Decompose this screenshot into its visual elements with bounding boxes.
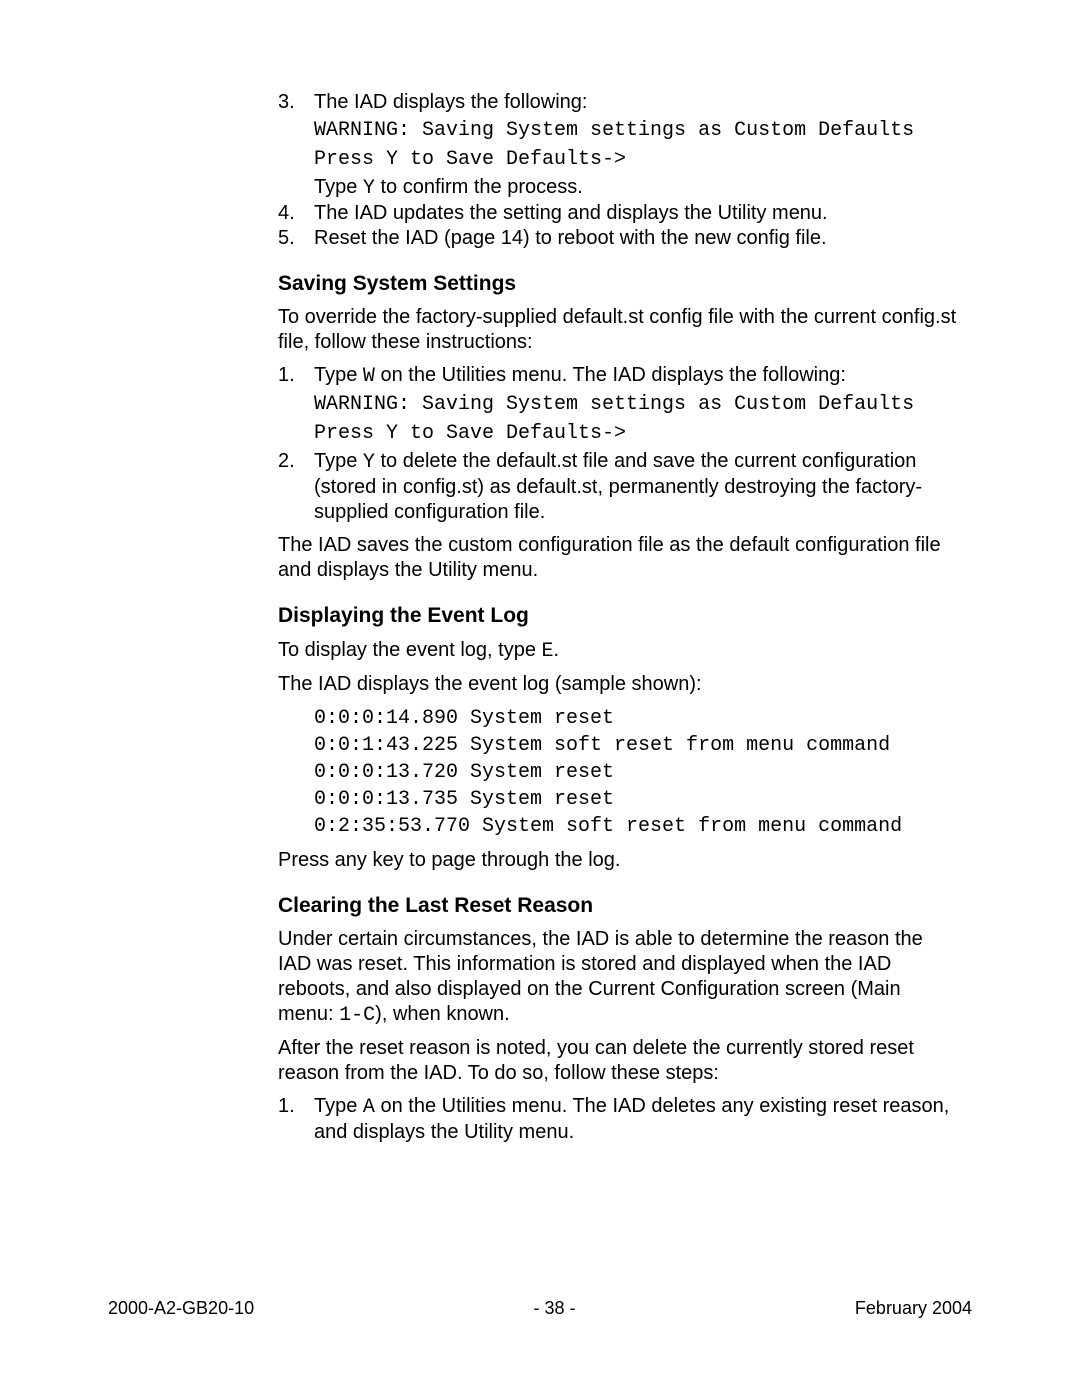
clearing-item-1: 1. Type A on the Utilities menu. The IAD… bbox=[278, 1094, 958, 1145]
key-w: W bbox=[363, 365, 375, 388]
code-warning-2: WARNING: Saving System settings as Custo… bbox=[314, 391, 958, 418]
prefix: Type bbox=[314, 450, 363, 472]
page-footer: 2000-A2-GB20-10 - 38 - February 2004 bbox=[108, 1297, 972, 1320]
footer-right: February 2004 bbox=[855, 1297, 972, 1320]
suffix: to delete the default.st file and save t… bbox=[314, 450, 922, 523]
saving-item-2: 2. Type Y to delete the default.st file … bbox=[278, 449, 958, 525]
list-number: 1. bbox=[278, 1094, 295, 1119]
suffix: on the Utilities menu. The IAD deletes a… bbox=[314, 1095, 949, 1143]
list-number: 2. bbox=[278, 449, 295, 474]
saving-intro: To override the factory-supplied default… bbox=[278, 305, 958, 355]
key-a: A bbox=[363, 1096, 375, 1119]
code-prompt-1: Press Y to Save Defaults-> bbox=[314, 146, 958, 173]
type-prefix: Type bbox=[314, 176, 363, 198]
key-y: Y bbox=[363, 177, 375, 200]
key-e: E bbox=[542, 640, 554, 663]
saving-list: 1. Type W on the Utilities menu. The IAD… bbox=[278, 363, 958, 525]
clearing-p1: Under certain circumstances, the IAD is … bbox=[278, 927, 958, 1028]
code-prompt-2: Press Y to Save Defaults-> bbox=[314, 420, 958, 447]
clearing-item-1-text: Type A on the Utilities menu. The IAD de… bbox=[314, 1094, 958, 1145]
intro-suffix: . bbox=[554, 639, 560, 661]
list-item-4-text: The IAD updates the setting and displays… bbox=[314, 201, 958, 226]
saving-outro: The IAD saves the custom configuration f… bbox=[278, 533, 958, 583]
eventlog-intro: To display the event log, type E. bbox=[278, 638, 958, 664]
list-item-3-type: Type Y to confirm the process. bbox=[314, 175, 958, 201]
p1-suffix: ), when known. bbox=[375, 1003, 510, 1025]
footer-left: 2000-A2-GB20-10 bbox=[108, 1297, 254, 1320]
key-y: Y bbox=[363, 451, 375, 474]
list-number: 4. bbox=[278, 201, 295, 226]
event-log-sample: 0:0:0:14.890 System reset 0:0:1:43.225 S… bbox=[314, 705, 958, 840]
heading-saving-system-settings: Saving System Settings bbox=[278, 271, 958, 297]
list-item-4: 4. The IAD updates the setting and displ… bbox=[278, 201, 958, 226]
eventlog-press: Press any key to page through the log. bbox=[278, 848, 958, 873]
eventlog-line2: The IAD displays the event log (sample s… bbox=[278, 672, 958, 697]
list-continuation: 3. The IAD displays the following: WARNI… bbox=[278, 90, 958, 251]
prefix: Type bbox=[314, 1095, 363, 1117]
list-item-5: 5. Reset the IAD (page 14) to reboot wit… bbox=[278, 226, 958, 251]
saving-item-1-lead: Type W on the Utilities menu. The IAD di… bbox=[314, 363, 958, 389]
content-area: 3. The IAD displays the following: WARNI… bbox=[278, 90, 958, 1145]
saving-item-2-text: Type Y to delete the default.st file and… bbox=[314, 449, 958, 525]
lead-suffix: on the Utilities menu. The IAD displays … bbox=[375, 364, 846, 386]
list-item-3-lead: The IAD displays the following: bbox=[314, 90, 958, 115]
list-item-5-text: Reset the IAD (page 14) to reboot with t… bbox=[314, 226, 958, 251]
code-warning-1: WARNING: Saving System settings as Custo… bbox=[314, 117, 958, 144]
heading-clearing-reset: Clearing the Last Reset Reason bbox=[278, 893, 958, 919]
heading-event-log: Displaying the Event Log bbox=[278, 603, 958, 629]
clearing-p2: After the reset reason is noted, you can… bbox=[278, 1036, 958, 1086]
footer-center: - 38 - bbox=[534, 1297, 576, 1320]
list-item-3: 3. The IAD displays the following: WARNI… bbox=[278, 90, 958, 201]
type-suffix: to confirm the process. bbox=[375, 176, 583, 198]
intro-prefix: To display the event log, type bbox=[278, 639, 542, 661]
saving-item-1: 1. Type W on the Utilities menu. The IAD… bbox=[278, 363, 958, 447]
lead-prefix: Type bbox=[314, 364, 363, 386]
key-1c: 1-C bbox=[339, 1004, 375, 1027]
clearing-list: 1. Type A on the Utilities menu. The IAD… bbox=[278, 1094, 958, 1145]
list-number: 1. bbox=[278, 363, 295, 388]
list-number: 5. bbox=[278, 226, 295, 251]
page: 3. The IAD displays the following: WARNI… bbox=[0, 0, 1080, 1397]
list-number: 3. bbox=[278, 90, 295, 115]
